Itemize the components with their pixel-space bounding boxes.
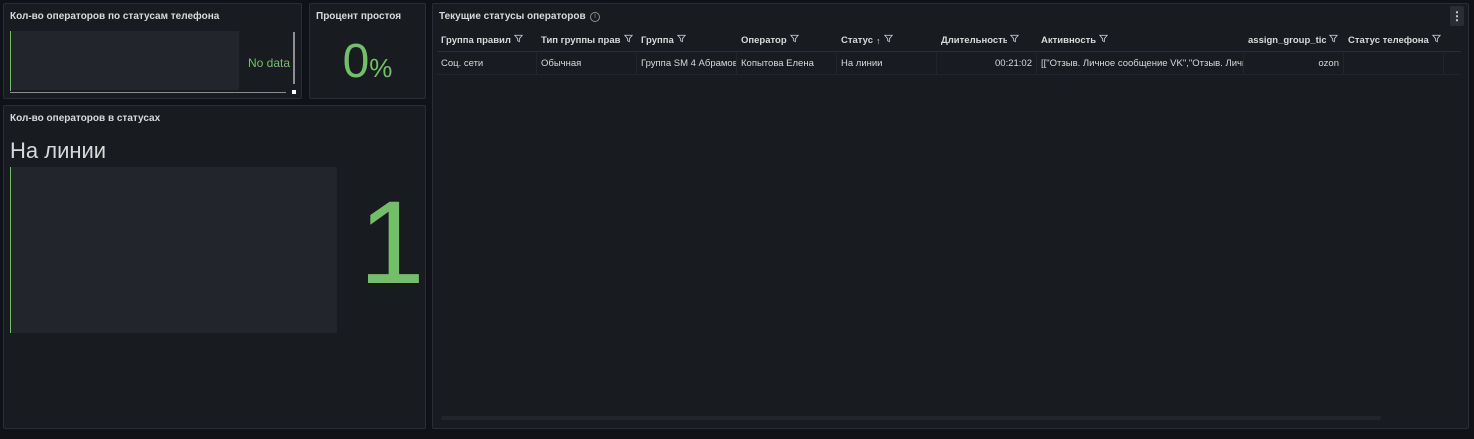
panel-title[interactable]: Кол-во операторов в статусах [10,113,160,124]
column-header[interactable]: Статус ↑ [837,30,937,52]
gauge-axis-line [10,167,11,333]
column-header[interactable]: assign_group_ticket [1244,30,1344,52]
panel-idle-percent: Процент простоя 0% [309,3,426,99]
filter-icon[interactable] [623,30,634,52]
filter-icon[interactable] [1099,30,1109,52]
horizontal-scrollbar[interactable] [10,92,286,93]
panel-title[interactable]: Процент простоя [316,11,401,22]
column-header[interactable]: Группа правил [437,30,537,52]
column-header-label: Тип группы правил [541,35,621,46]
column-header[interactable]: Активность [1037,30,1244,52]
status-label: На линии [10,138,107,163]
sort-ascending-icon[interactable]: ↑ [876,30,881,52]
filter-icon[interactable] [1328,30,1339,52]
table-cell: [["Отзыв. Личное сообщение VK","Отзыв. Л… [1037,53,1244,75]
filter-icon[interactable] [676,30,686,52]
panel-operator-status-table: Текущие статусы операторов i ⋮ Группа пр… [432,3,1469,429]
column-header-label: Длительность [941,35,1007,46]
column-header-label: Группа [641,35,674,46]
table-cell: Обычная [537,53,637,75]
table-cell: 00:21:02 [937,53,1037,75]
panel-title[interactable]: Кол-во операторов по статусам телефона [10,11,219,22]
column-header-label: Активность [1041,35,1097,46]
stat-value: 0% [310,34,425,89]
bargauge-area [10,167,337,333]
panel-status-count: Кол-во операторов в статусах На линии 1 [3,105,426,429]
column-header[interactable]: Длительность [937,30,1037,52]
scroll-corner-handle[interactable] [292,90,296,94]
column-header-label: Группа правил [441,35,511,46]
column-header-label: Статус телефона [1348,35,1429,46]
table-cell [1344,53,1444,75]
stat-number: 0 [342,35,370,88]
table-cell: Соц. сети [437,53,537,75]
filter-icon[interactable] [883,30,893,52]
no-data-text: No data [248,56,291,70]
bargauge-area [10,31,239,90]
stat-value: 1 [359,177,425,309]
table-row[interactable]: Соц. сети Обычная Группа SM 4 Абрамова Копы… [437,53,1461,75]
table-cell: ozon [1244,53,1344,75]
panel-menu-button[interactable]: ⋮ [1450,6,1464,26]
stat-unit: % [369,53,393,83]
panel-phone-status: Кол-во операторов по статусам телефона N… [3,3,302,99]
column-header[interactable]: Тип группы правил [537,30,637,52]
column-header-label: Статус [841,35,874,46]
filter-icon[interactable] [513,30,523,52]
panel-title[interactable]: Текущие статусы операторов [439,11,586,22]
table-cell: Копытова Елена [737,53,837,75]
table-header: Группа правил Тип группы правил Группа Опер… [437,30,1461,52]
column-header[interactable]: Оператор [737,30,837,52]
horizontal-scrollbar[interactable] [441,416,1381,420]
column-header[interactable]: Статус телефона [1344,30,1444,52]
column-header-label: Оператор [741,35,787,46]
table-cell: На линии [837,53,937,75]
filter-icon[interactable] [789,30,799,52]
filter-icon[interactable] [1009,30,1020,52]
filter-icon[interactable] [1431,30,1441,52]
column-header-label: assign_group_ticket [1248,35,1326,46]
table-cell: Группа SM 4 Абрамова [637,53,737,75]
info-icon[interactable]: i [590,12,600,22]
vertical-scrollbar[interactable] [293,32,295,84]
column-header[interactable]: Группа [637,30,737,52]
gauge-axis-line [10,31,11,91]
